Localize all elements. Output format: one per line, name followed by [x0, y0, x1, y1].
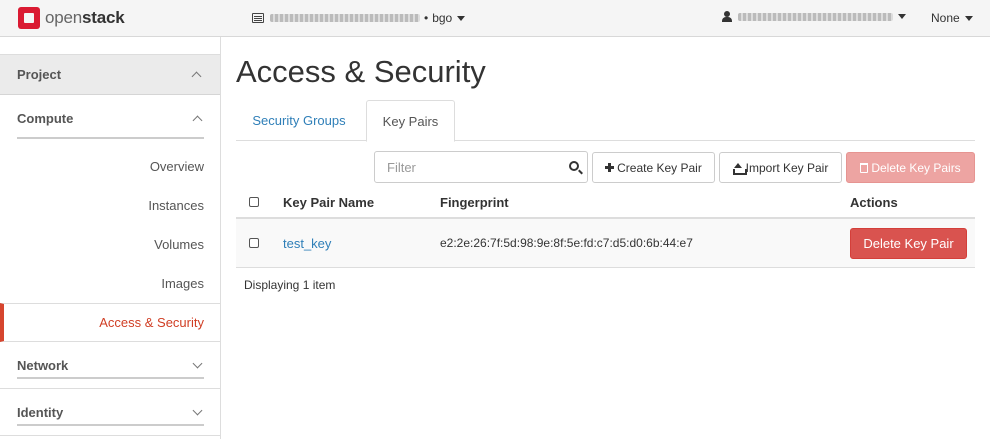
group-label: Network — [17, 357, 69, 373]
tab-bar: Security Groups Key Pairs — [236, 100, 975, 142]
row-checkbox[interactable] — [249, 238, 259, 248]
key-pair-name-link[interactable]: test_key — [283, 219, 331, 267]
sidebar-item-access-security[interactable]: Access & Security — [0, 303, 220, 342]
project-switcher[interactable]: • bgo — [252, 11, 466, 25]
sidebar-panel-project[interactable]: Project — [0, 55, 220, 95]
sidebar-item-images[interactable]: Images — [0, 264, 220, 303]
sidebar-group-compute[interactable]: Compute — [17, 95, 204, 139]
chevron-down-icon — [457, 15, 466, 21]
group-label: Identity — [17, 404, 64, 420]
filter-input[interactable] — [375, 152, 555, 182]
chevron-up-icon — [192, 115, 203, 126]
brand-text: openstack — [45, 8, 125, 27]
user-icon — [722, 11, 732, 22]
brand[interactable]: openstack — [18, 7, 125, 29]
sidebar-item-instances[interactable]: Instances — [0, 186, 220, 225]
chevron-down-icon — [898, 14, 906, 19]
create-key-pair-button[interactable]: Create Key Pair — [592, 152, 715, 183]
table-footer-count: Displaying 1 item — [244, 278, 336, 292]
chevron-down-icon — [964, 15, 973, 21]
redacted-domain — [270, 14, 420, 22]
sidebar-item-volumes[interactable]: Volumes — [0, 225, 220, 264]
select-all-checkbox[interactable] — [249, 197, 259, 207]
chevron-down-icon — [192, 405, 203, 415]
sidebar: Project Compute Overview Instances Volum… — [0, 37, 221, 439]
import-key-pair-button[interactable]: Import Key Pair — [719, 152, 842, 183]
top-navbar: openstack • bgo None — [0, 0, 990, 37]
region-menu[interactable]: None — [931, 11, 973, 25]
chevron-up-icon — [191, 71, 202, 82]
tab-key-pairs[interactable]: Key Pairs — [366, 100, 455, 142]
header-fingerprint[interactable]: Fingerprint — [440, 187, 509, 217]
sidebar-item-overview[interactable]: Overview — [0, 147, 220, 186]
user-menu[interactable] — [722, 11, 906, 22]
tab-security-groups[interactable]: Security Groups — [236, 100, 362, 141]
table-row: test_key e2:2e:26:7f:5d:98:9e:8f:5e:fd:c… — [236, 219, 975, 268]
group-label: Compute — [17, 111, 74, 126]
separator-dot: • — [424, 11, 429, 25]
openstack-logo-icon — [18, 7, 40, 29]
page-title: Access & Security — [236, 54, 486, 89]
search-icon[interactable] — [569, 161, 579, 171]
project-list-icon — [252, 13, 264, 23]
table-header: Key Pair Name Fingerprint Actions — [236, 187, 975, 219]
main-content: Access & Security Security Groups Key Pa… — [222, 37, 990, 439]
fingerprint-value: e2:2e:26:7f:5d:98:9e:8f:5e:fd:c7:d5:d0:6… — [440, 236, 693, 250]
redacted-username — [738, 12, 893, 21]
header-actions: Actions — [850, 194, 898, 210]
key-pairs-table: Key Pair Name Fingerprint Actions test_k… — [236, 187, 975, 268]
header-key-pair-name[interactable]: Key Pair Name — [283, 187, 374, 217]
chevron-down-icon — [192, 358, 203, 368]
region-label: None — [931, 11, 960, 25]
trash-icon — [860, 162, 869, 173]
upload-icon — [732, 162, 747, 175]
plus-icon — [605, 163, 615, 172]
delete-key-pairs-button[interactable]: Delete Key Pairs — [846, 152, 975, 183]
sidebar-group-network[interactable]: Network — [0, 342, 220, 389]
filter-box — [374, 151, 588, 183]
delete-key-pair-button[interactable]: Delete Key Pair — [850, 228, 967, 259]
panel-label: Project — [17, 67, 62, 82]
sidebar-group-identity[interactable]: Identity — [0, 389, 220, 436]
project-name: bgo — [432, 11, 453, 25]
